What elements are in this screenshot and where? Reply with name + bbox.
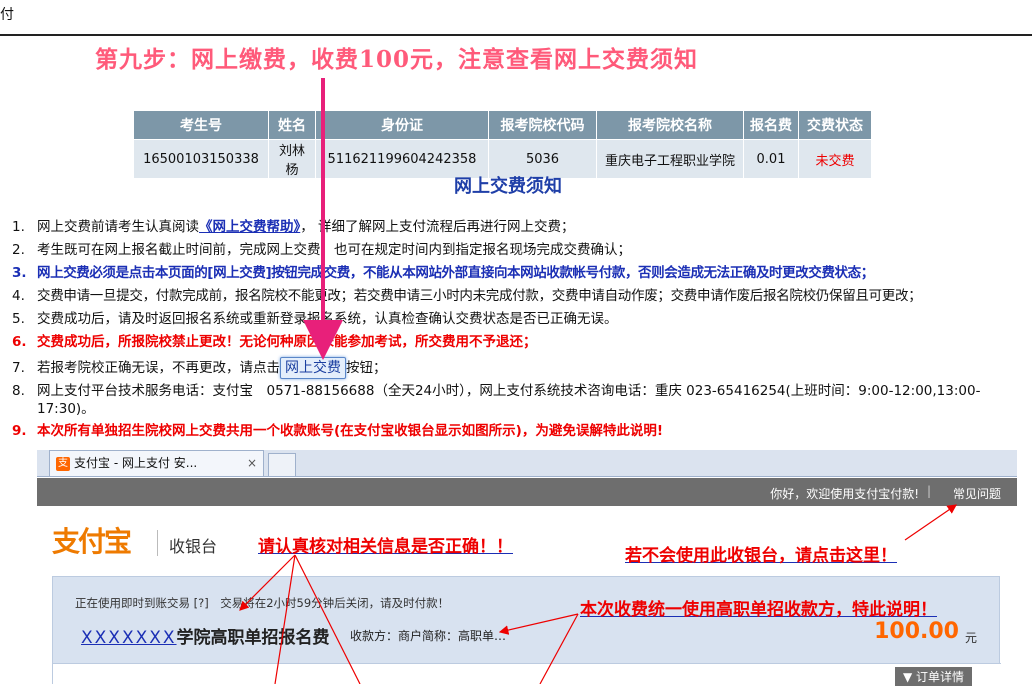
arrow-line	[904, 504, 957, 541]
arrow-line	[498, 613, 579, 635]
arrow-line	[274, 554, 296, 684]
annotation-arrows	[239, 78, 957, 684]
arrow-line	[239, 554, 296, 611]
arrow-line	[294, 554, 361, 684]
arrow-line	[539, 613, 579, 684]
annotation-payee-note: 本次收费统一使用高职单招收款方，特此说明！	[580, 600, 937, 620]
